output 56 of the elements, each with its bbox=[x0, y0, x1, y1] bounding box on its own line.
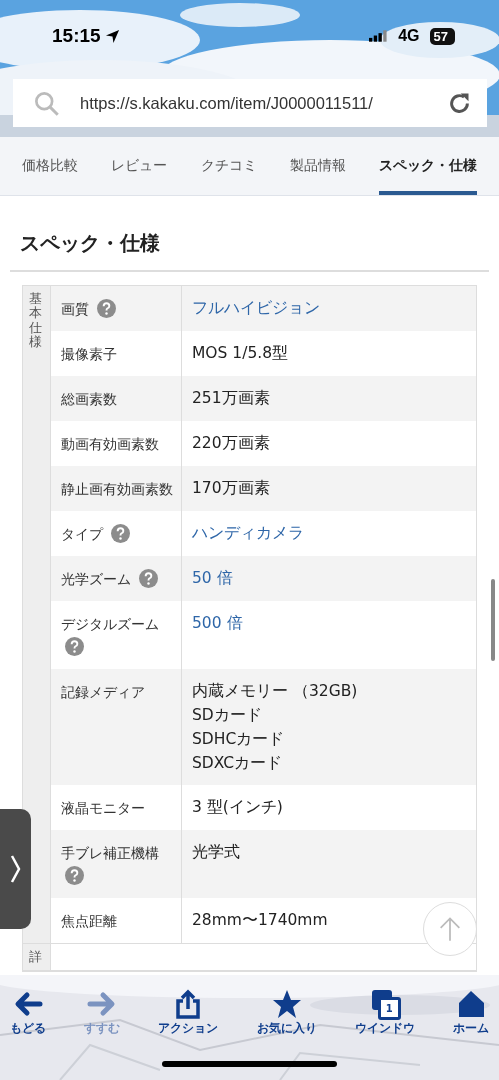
spec-value: MOS 1/5.8型 bbox=[192, 343, 289, 364]
toolbar-button[interactable]: お気に入り bbox=[254, 985, 319, 1040]
search-icon bbox=[33, 89, 60, 117]
back-arrow-icon bbox=[13, 989, 43, 1019]
help-icon[interactable] bbox=[65, 866, 84, 885]
help-icon[interactable] bbox=[139, 569, 159, 588]
spec-value: 28mm〜1740mm bbox=[192, 910, 328, 931]
spec-value: 3 型(インチ) bbox=[192, 797, 283, 818]
spec-value: 251万画素 bbox=[192, 388, 270, 409]
address-bar[interactable]: https://s.kakaku.com/item/J0000011511/ bbox=[13, 79, 487, 127]
signal-icon bbox=[369, 30, 389, 42]
spec-value: 170万画素 bbox=[192, 478, 270, 499]
toolbar-button[interactable]: 1 ウインドウ bbox=[352, 985, 417, 1040]
spec-value: SDHCカード bbox=[192, 729, 285, 750]
help-icon[interactable] bbox=[97, 299, 117, 318]
spec-label: 総画素数 bbox=[61, 391, 117, 407]
spec-label: 光学ズーム bbox=[61, 571, 131, 587]
location-arrow-icon bbox=[104, 28, 120, 44]
tab[interactable]: 製品情報 bbox=[289, 137, 346, 195]
url-text: https://s.kakaku.com/item/J0000011511/ bbox=[80, 93, 374, 113]
spec-label: 記録メディア bbox=[61, 684, 145, 700]
toolbar-button[interactable]: アクション bbox=[156, 985, 221, 1040]
spec-value-link[interactable]: ハンディカメラ bbox=[192, 521, 304, 545]
tab[interactable]: クチコミ bbox=[200, 137, 257, 195]
spec-label: 液晶モニター bbox=[61, 800, 145, 816]
tab[interactable]: 価格比較 bbox=[22, 137, 78, 195]
spec-label: デジタルズーム bbox=[61, 616, 159, 632]
chevron-icon bbox=[9, 854, 21, 884]
section-label: 基本仕様 bbox=[23, 286, 51, 943]
tab[interactable]: スペック・仕様 bbox=[379, 137, 477, 195]
spec-value-link[interactable]: 500 倍 bbox=[192, 611, 243, 635]
tab[interactable]: レビュー bbox=[111, 137, 168, 195]
spec-value: 220万画素 bbox=[192, 433, 270, 454]
toolbar-button[interactable]: ホーム bbox=[450, 985, 491, 1040]
spec-label: 手ブレ補正機構 bbox=[61, 845, 159, 861]
spec-value: SDカード bbox=[192, 705, 262, 726]
spec-value: 内蔵メモリー （32GB) bbox=[192, 681, 358, 702]
help-icon[interactable] bbox=[65, 637, 84, 656]
spec-value: 光学式 bbox=[192, 842, 240, 863]
star-icon bbox=[271, 989, 302, 1019]
spec-label: 動画有効画素数 bbox=[61, 436, 159, 452]
spec-label: 画質 bbox=[61, 301, 89, 317]
spec-label: タイプ bbox=[61, 526, 103, 542]
help-icon[interactable] bbox=[111, 524, 131, 543]
spec-label: 静止画有効画素数 bbox=[61, 481, 173, 497]
spec-label: 撮像素子 bbox=[61, 346, 117, 362]
spec-value-link[interactable]: フルハイビジョン bbox=[192, 296, 320, 320]
spec-value: SDXCカード bbox=[192, 753, 283, 774]
spec-value-link[interactable]: 50 倍 bbox=[192, 566, 233, 590]
network-type: 4G bbox=[398, 27, 420, 45]
section-label: 詳 bbox=[23, 944, 51, 970]
section-heading: スペック・仕様 bbox=[19, 230, 161, 257]
side-panel-handle[interactable] bbox=[0, 809, 31, 929]
status-time: 15:15 bbox=[52, 25, 101, 47]
toolbar-button[interactable]: もどる bbox=[8, 985, 48, 1040]
spec-label: 焦点距離 bbox=[61, 913, 117, 929]
